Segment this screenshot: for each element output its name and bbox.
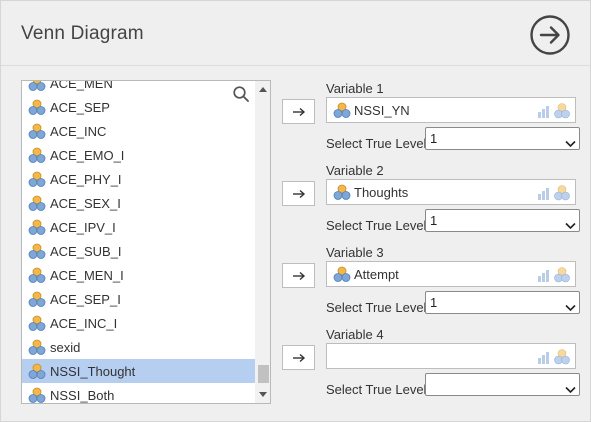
list-item[interactable]: ACE_EMO_I [22, 143, 255, 167]
select-true-level-label: Select True Level [326, 136, 427, 151]
list-item[interactable]: ACE_MEN [22, 80, 255, 95]
nominal-variable-icon [28, 339, 46, 355]
list-item[interactable]: ACE_SEX_I [22, 191, 255, 215]
chevron-down-icon [565, 135, 576, 148]
list-item-label: ACE_IPV_I [50, 219, 116, 235]
variable-1-target[interactable]: NSSI_YN [326, 97, 576, 123]
variable-list-scrollbar[interactable] [255, 81, 270, 403]
true-level-select-4[interactable] [425, 373, 580, 396]
variable-3-target[interactable]: Attempt [326, 261, 576, 287]
list-item[interactable]: ACE_PHY_I [22, 167, 255, 191]
nominal-variable-icon [28, 243, 46, 259]
chevron-down-icon [565, 217, 576, 230]
move-to-variable-3-button[interactable] [282, 263, 315, 288]
list-item[interactable]: ACE_MEN_I [22, 263, 255, 287]
scroll-down-arrow-icon[interactable] [255, 387, 270, 401]
nominal-variable-icon [28, 219, 46, 235]
list-item-label: ACE_MEN [50, 80, 113, 91]
true-level-value: 1 [430, 295, 438, 310]
nominal-variable-icon [333, 102, 351, 118]
list-item-label: ACE_INC [50, 123, 107, 139]
run-analysis-button[interactable] [529, 14, 571, 56]
list-item[interactable]: ACE_IPV_I [22, 215, 255, 239]
variable-type-hint-icon [536, 102, 572, 120]
nominal-variable-icon [333, 266, 351, 282]
nominal-variable-icon [333, 184, 351, 200]
true-level-select-1[interactable]: 1 [425, 127, 580, 150]
true-level-select-2[interactable]: 1 [425, 209, 580, 232]
panel-title: Venn Diagram [21, 23, 144, 44]
true-level-value: 1 [430, 213, 438, 228]
variable-2-value: Thoughts [354, 185, 409, 200]
list-item[interactable]: ACE_SEP [22, 95, 255, 119]
list-item-label: NSSI_Thought [50, 363, 136, 379]
list-item-label: ACE_SEX_I [50, 195, 121, 211]
nominal-variable-icon [28, 123, 46, 139]
nominal-variable-icon [28, 315, 46, 331]
circle-arrow-right-icon [530, 15, 570, 55]
chevron-down-icon [565, 299, 576, 312]
list-item-label: ACE_EMO_I [50, 147, 125, 163]
variable-3-value: Attempt [354, 267, 399, 282]
move-to-variable-2-button[interactable] [282, 181, 315, 206]
arrow-right-icon [292, 189, 305, 198]
nominal-variable-icon [28, 195, 46, 211]
variable-3-title: Variable 3 [326, 245, 384, 260]
list-item[interactable]: ACE_INC_I [22, 311, 255, 335]
scrollbar-thumb[interactable] [258, 365, 269, 383]
list-item[interactable]: ACE_SEP_I [22, 287, 255, 311]
variable-type-hint-icon [536, 184, 572, 202]
select-true-level-label: Select True Level [326, 382, 427, 397]
arrow-right-icon [292, 107, 305, 116]
search-icon[interactable] [232, 85, 250, 103]
nominal-variable-icon [28, 147, 46, 163]
list-item-label: ACE_SEP_I [50, 291, 121, 307]
arrow-right-icon [292, 271, 305, 280]
nominal-variable-icon [28, 99, 46, 115]
true-level-select-3[interactable]: 1 [425, 291, 580, 314]
move-to-variable-1-button[interactable] [282, 99, 315, 124]
list-item[interactable]: ACE_SUB_I [22, 239, 255, 263]
analysis-panel: Venn Diagram ACE_MEN ACE_SEP ACE_INC ACE_EM… [0, 0, 591, 422]
variable-4-title: Variable 4 [326, 327, 384, 342]
nominal-variable-icon [28, 363, 46, 379]
list-item-label: ACE_MEN_I [50, 267, 124, 283]
list-item-label: ACE_SEP [50, 99, 110, 115]
list-item-label: ACE_SUB_I [50, 243, 122, 259]
arrow-right-icon [292, 353, 305, 362]
variable-type-hint-icon [536, 348, 572, 366]
select-true-level-label: Select True Level [326, 300, 427, 315]
variable-1-title: Variable 1 [326, 81, 384, 96]
nominal-variable-icon [28, 387, 46, 403]
variable-list[interactable]: ACE_MEN ACE_SEP ACE_INC ACE_EMO_I ACE_PHY_I A… [21, 80, 271, 404]
nominal-variable-icon [28, 267, 46, 283]
list-item[interactable]: NSSI_Thought [22, 359, 255, 383]
panel-header: Venn Diagram [1, 1, 590, 67]
variable-type-hint-icon [536, 266, 572, 284]
list-item-label: ACE_PHY_I [50, 171, 122, 187]
variable-2-title: Variable 2 [326, 163, 384, 178]
list-item[interactable]: sexid [22, 335, 255, 359]
header-divider [1, 65, 590, 66]
true-level-value: 1 [430, 131, 438, 146]
list-item-label: ACE_INC_I [50, 315, 118, 331]
select-true-level-label: Select True Level [326, 218, 427, 233]
list-item[interactable]: NSSI_Both [22, 383, 255, 403]
variable-4-target[interactable] [326, 343, 576, 369]
list-item[interactable]: ACE_INC [22, 119, 255, 143]
nominal-variable-icon [28, 291, 46, 307]
list-item-label: NSSI_Both [50, 387, 115, 403]
nominal-variable-icon [28, 171, 46, 187]
nominal-variable-icon [28, 81, 46, 91]
variable-2-target[interactable]: Thoughts [326, 179, 576, 205]
list-item-label: sexid [50, 339, 81, 355]
move-to-variable-4-button[interactable] [282, 345, 315, 370]
chevron-down-icon [565, 381, 576, 394]
variable-1-value: NSSI_YN [354, 103, 410, 118]
scroll-up-arrow-icon[interactable] [255, 83, 270, 97]
